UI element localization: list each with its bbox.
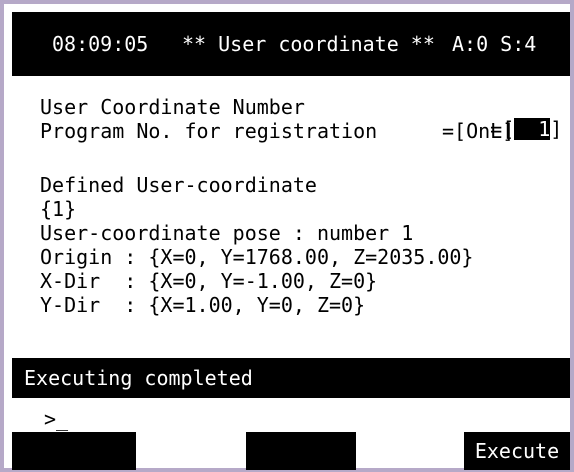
command-prompt[interactable]: >_ bbox=[44, 408, 68, 430]
program-number-label: Program No. for registration bbox=[40, 119, 378, 143]
x-dir-line: X-Dir : {X=0, Y=-1.00, Z=0} bbox=[40, 269, 378, 293]
axis-status: A:0 S:4 bbox=[452, 32, 537, 56]
field-suffix: ] bbox=[550, 117, 563, 141]
status-message: Executing completed bbox=[24, 366, 253, 390]
function-key-1[interactable] bbox=[12, 432, 136, 470]
user-coordinate-number-label: User Coordinate Number bbox=[40, 95, 305, 119]
function-key-bar: Execute bbox=[12, 432, 570, 470]
program-number-field[interactable]: =[OnL] bbox=[442, 120, 514, 142]
defined-heading: Defined User-coordinate bbox=[40, 173, 317, 197]
clock: 08:09:05 bbox=[52, 32, 149, 56]
defined-index: {1} bbox=[40, 197, 77, 221]
pose-line: User-coordinate pose : number 1 bbox=[40, 221, 414, 245]
execute-button[interactable]: Execute bbox=[464, 432, 570, 470]
status-bar: Executing completed bbox=[12, 358, 570, 398]
user-coordinate-number-value[interactable]: 1 bbox=[514, 118, 551, 140]
origin-line: Origin : {X=0, Y=1768.00, Z=2035.00} bbox=[40, 245, 474, 269]
title-bar: 08:09:05 ** User coordinate ** A:0 S:4 bbox=[12, 12, 570, 76]
screen-title: ** User coordinate ** bbox=[182, 32, 435, 56]
function-key-2[interactable] bbox=[246, 432, 356, 470]
screen-frame: 08:09:05 ** User coordinate ** A:0 S:4 U… bbox=[0, 0, 574, 472]
y-dir-line: Y-Dir : {X=1.00, Y=0, Z=0} bbox=[40, 293, 366, 317]
